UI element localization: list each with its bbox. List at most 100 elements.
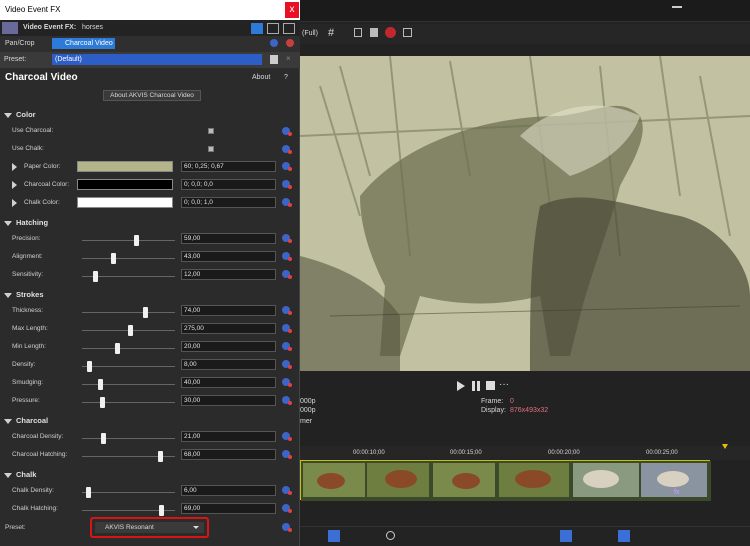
record-icon[interactable]	[385, 27, 396, 38]
keyframe-icon[interactable]	[282, 145, 292, 154]
use-chalk-checkbox[interactable]	[208, 146, 214, 152]
slider-thumb[interactable]	[97, 379, 103, 390]
min-length-slider[interactable]	[82, 343, 175, 354]
save-snapshot-icon[interactable]	[370, 28, 378, 37]
grid-icon[interactable]: #	[328, 27, 334, 39]
sensitivity-slider[interactable]	[82, 271, 175, 282]
minimize-icon[interactable]	[672, 6, 682, 8]
slider-thumb[interactable]	[142, 307, 148, 318]
stop-icon[interactable]	[486, 381, 495, 390]
search-icon[interactable]	[386, 531, 395, 540]
min-length-value[interactable]: 20,00	[181, 341, 276, 352]
copy-icon[interactable]	[354, 28, 362, 37]
slider-thumb[interactable]	[133, 235, 139, 246]
remove-plugin-icon[interactable]	[286, 39, 294, 47]
save-preset-icon[interactable]	[270, 55, 278, 64]
chalk-hatching-slider[interactable]	[82, 505, 175, 516]
auto-ripple-icon[interactable]	[618, 530, 630, 542]
play-icon[interactable]	[457, 381, 465, 391]
chain-item-pan-crop[interactable]: Pan/Crop	[5, 40, 35, 47]
keyframe-icon[interactable]	[282, 306, 292, 315]
pointer-tool-icon[interactable]	[328, 530, 340, 542]
keyframe-icon[interactable]	[282, 523, 292, 532]
charcoal-hatching-slider[interactable]	[82, 451, 175, 462]
keyframe-icon[interactable]	[282, 342, 292, 351]
section-hatching[interactable]: Hatching	[4, 218, 48, 227]
expand-icon[interactable]	[12, 199, 17, 207]
about-link[interactable]: About	[252, 74, 270, 81]
chalk-density-value[interactable]: 6,00	[181, 485, 276, 496]
snap-icon[interactable]	[560, 530, 572, 542]
zoom-select[interactable]: (Full)	[302, 30, 318, 37]
keyframe-icon[interactable]	[282, 378, 292, 387]
use-charcoal-checkbox[interactable]	[208, 128, 214, 134]
layout-grid-icon[interactable]	[283, 23, 295, 34]
thickness-slider[interactable]	[82, 307, 175, 318]
density-value[interactable]: 8,00	[181, 359, 276, 370]
chalk-hatching-value[interactable]: 69,00	[181, 503, 276, 514]
alignment-slider[interactable]	[82, 253, 175, 264]
chalk-color-value[interactable]: 0; 0,0; 1,0	[181, 197, 276, 208]
slider-thumb[interactable]	[87, 361, 93, 372]
section-charcoal[interactable]: Charcoal	[4, 416, 48, 425]
charcoal-density-value[interactable]: 21,00	[181, 431, 276, 442]
marker-icon[interactable]	[722, 444, 728, 449]
chalk-color-swatch[interactable]	[77, 197, 173, 208]
keyframe-icon[interactable]	[282, 486, 292, 495]
delete-preset-icon[interactable]: ×	[286, 54, 291, 63]
mixer-tab[interactable]: mer	[300, 418, 312, 425]
max-length-slider[interactable]	[82, 325, 175, 336]
pressure-slider[interactable]	[82, 397, 175, 408]
charcoal-density-slider[interactable]	[82, 433, 175, 444]
fx-icon[interactable]: fx	[674, 489, 679, 496]
slider-thumb[interactable]	[158, 505, 164, 516]
paper-color-value[interactable]: 60; 0,25; 0,67	[181, 161, 276, 172]
keyframe-icon[interactable]	[282, 198, 292, 207]
keyframe-icon[interactable]	[282, 162, 292, 171]
keyframe-icon[interactable]	[282, 127, 292, 136]
sensitivity-value[interactable]: 12,00	[181, 269, 276, 280]
density-slider[interactable]	[82, 361, 175, 372]
keyframe-icon[interactable]	[282, 360, 292, 369]
alignment-value[interactable]: 43,00	[181, 251, 276, 262]
pressure-value[interactable]: 30,00	[181, 395, 276, 406]
keyframe-icon[interactable]	[282, 432, 292, 441]
section-strokes[interactable]: Strokes	[4, 290, 44, 299]
slider-thumb[interactable]	[111, 253, 117, 264]
smudging-slider[interactable]	[82, 379, 175, 390]
add-plugin-icon[interactable]	[270, 39, 278, 47]
about-akvis-button[interactable]: About AKVIS Charcoal Video	[103, 90, 201, 101]
slider-thumb[interactable]	[92, 271, 98, 282]
section-color[interactable]: Color	[4, 110, 36, 119]
paper-color-swatch[interactable]	[77, 161, 173, 172]
smudging-value[interactable]: 40,00	[181, 377, 276, 388]
section-chalk[interactable]: Chalk	[4, 470, 36, 479]
thickness-value[interactable]: 74,00	[181, 305, 276, 316]
precision-value[interactable]: 59,00	[181, 233, 276, 244]
layout-single-icon[interactable]	[251, 23, 263, 34]
keyframe-icon[interactable]	[282, 450, 292, 459]
slider-thumb[interactable]	[115, 343, 121, 354]
slider-thumb[interactable]	[99, 397, 105, 408]
charcoal-color-swatch[interactable]	[77, 179, 173, 190]
slider-thumb[interactable]	[101, 433, 107, 444]
expand-icon[interactable]	[12, 163, 17, 171]
layout-split-icon[interactable]	[267, 23, 279, 34]
slider-thumb[interactable]	[127, 325, 133, 336]
preset-select[interactable]: (Default)	[52, 54, 262, 65]
keyframe-icon[interactable]	[282, 270, 292, 279]
pause-icon[interactable]	[472, 381, 480, 391]
keyframe-icon[interactable]	[282, 180, 292, 189]
keyframe-icon[interactable]	[282, 324, 292, 333]
keyframe-icon[interactable]	[282, 504, 292, 513]
max-length-value[interactable]: 275,00	[181, 323, 276, 334]
overlay-icon[interactable]	[403, 28, 412, 37]
charcoal-color-value[interactable]: 0; 0,0; 0,0	[181, 179, 276, 190]
close-button[interactable]: x	[285, 2, 299, 18]
slider-thumb[interactable]	[85, 487, 91, 498]
charcoal-hatching-value[interactable]: 68,00	[181, 449, 276, 460]
keyframe-icon[interactable]	[282, 252, 292, 261]
keyframe-icon[interactable]	[282, 234, 292, 243]
chalk-density-slider[interactable]	[82, 487, 175, 498]
precision-slider[interactable]	[82, 235, 175, 246]
